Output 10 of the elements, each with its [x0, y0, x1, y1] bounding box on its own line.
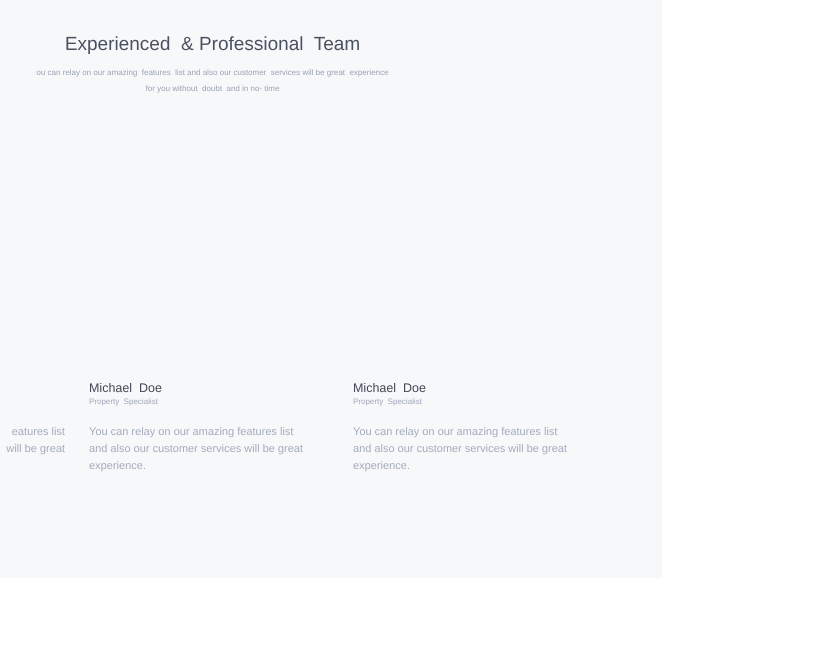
section-subtitle: ou can relay on our amazing features list and also our customer services will be great experience — [36, 67, 389, 79]
section-title: Experienced & Professional Team — [64, 33, 360, 57]
member-description: You can relay on our amazing features list and also our customer services will be great experience. — [353, 425, 568, 474]
member-name: Michael Doe — [353, 380, 427, 396]
section-subtitle: for you without doubt and in no- time — [146, 83, 280, 95]
member-description: You can relay on our amazing features list and also our customer services will be great experience. — [89, 425, 304, 474]
member-description: eatures list will be great — [6, 425, 65, 457]
member-role: Property Specialist — [353, 396, 423, 408]
member-name: Michael Doe — [89, 380, 163, 396]
member-role: Property Specialist — [89, 396, 159, 408]
